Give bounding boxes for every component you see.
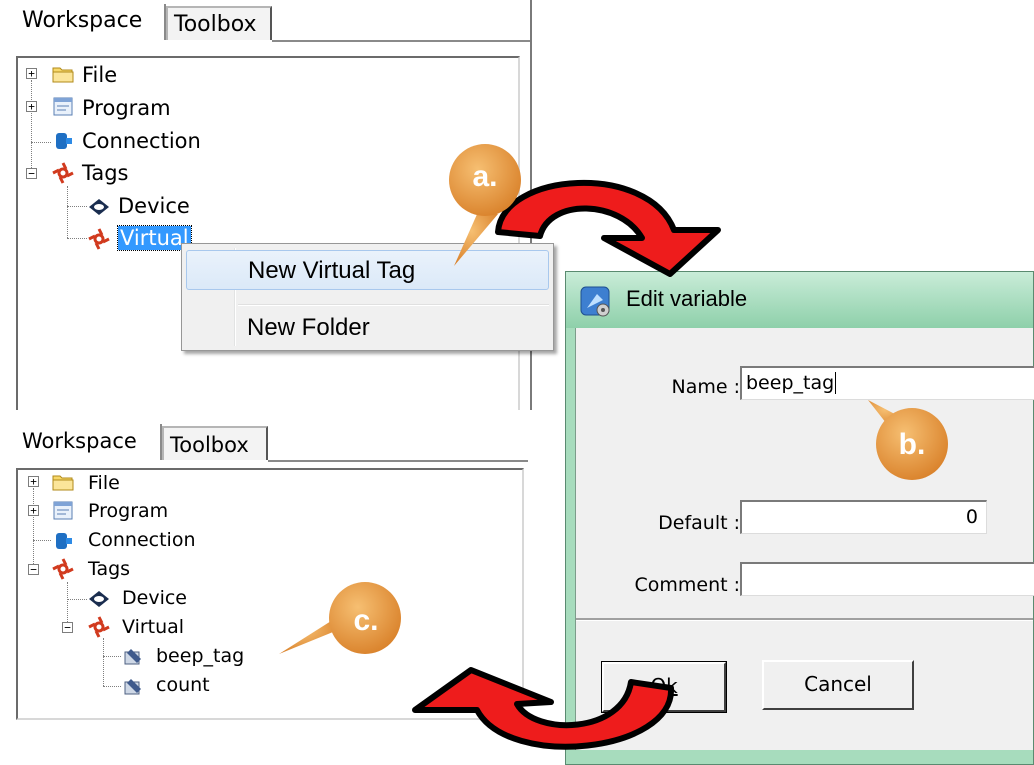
tree-line (33, 540, 51, 541)
callout-b-label: b. (898, 428, 926, 461)
dialog-title: Edit variable (626, 286, 748, 311)
tree-item-device[interactable]: Device (118, 191, 190, 223)
expand-program-toggle[interactable]: + (26, 101, 37, 112)
name-field[interactable]: beep_tag (740, 366, 1034, 400)
connection-icon (52, 530, 74, 552)
expand-program-toggle[interactable]: + (28, 505, 39, 516)
tree-item-connection[interactable]: Connection (88, 527, 196, 555)
tab-divider (272, 40, 530, 42)
dialog-separator (576, 618, 1033, 621)
tab-divider (268, 460, 528, 462)
collapse-tags-toggle[interactable]: − (26, 168, 37, 179)
cancel-button[interactable]: Cancel (762, 660, 914, 710)
expand-file-toggle[interactable]: + (26, 68, 37, 79)
program-icon (52, 500, 74, 522)
tree-item-device[interactable]: Device (122, 585, 187, 613)
tree-item-file[interactable]: File (88, 470, 120, 498)
selected-virtual-label[interactable]: Virtual (117, 225, 192, 251)
virtual-icon (88, 616, 110, 638)
callout-a-label: a. (472, 160, 498, 193)
tag-item-icon (122, 676, 144, 698)
default-label: Default : (658, 512, 740, 534)
tree-line (103, 656, 121, 657)
name-label: Name : (671, 376, 741, 398)
folder-icon (52, 64, 74, 86)
tree-item-tags[interactable]: Tags (88, 556, 130, 584)
tree-item-count[interactable]: count (156, 672, 210, 700)
name-value: beep_tag (746, 372, 835, 394)
tree-item-beep-tag[interactable]: beep_tag (156, 643, 244, 671)
tree-line (31, 80, 32, 174)
curved-arrow-bottom-icon (412, 667, 675, 750)
tree-line (67, 206, 87, 207)
tree-item-program[interactable]: Program (82, 93, 171, 125)
comment-field[interactable] (740, 562, 1034, 596)
menu-separator (238, 304, 549, 306)
device-icon (88, 196, 110, 218)
tree-item-virtual[interactable]: Virtual (117, 223, 192, 255)
collapse-virtual-toggle[interactable]: − (62, 622, 73, 633)
tab-toolbox[interactable]: Toolbox (162, 426, 268, 460)
tree-line (103, 686, 121, 687)
tags-icon (52, 162, 74, 184)
cancel-label: Cancel (804, 672, 872, 696)
connection-icon (52, 130, 74, 152)
tree-line (33, 488, 34, 570)
text-cursor (835, 372, 837, 394)
collapse-tags-toggle[interactable]: − (28, 564, 39, 575)
tree-line (67, 599, 87, 600)
tree-item-program[interactable]: Program (88, 498, 168, 526)
default-field[interactable]: 0 (740, 500, 987, 534)
virtual-icon (88, 228, 110, 250)
expand-file-toggle[interactable]: + (28, 476, 39, 487)
tree-item-tags[interactable]: Tags (82, 158, 129, 190)
tree-line (67, 186, 68, 238)
tags-icon (52, 558, 74, 580)
device-icon (88, 588, 110, 610)
callout-c-label: c. (353, 604, 379, 637)
dialog-app-icon (580, 286, 612, 318)
tab-workspace[interactable]: Workspace (16, 424, 162, 460)
tree-line (31, 142, 51, 143)
program-icon (52, 96, 74, 118)
tree-item-virtual[interactable]: Virtual (122, 614, 184, 642)
tree-line (103, 638, 104, 686)
menu-item-new-folder[interactable]: New Folder (186, 308, 549, 348)
tree-item-connection[interactable]: Connection (82, 126, 201, 158)
tree-item-file[interactable]: File (82, 60, 117, 92)
folder-icon (52, 472, 74, 494)
tab-workspace[interactable]: Workspace (16, 4, 166, 40)
tab-toolbox[interactable]: Toolbox (166, 6, 272, 40)
tree-line (67, 238, 87, 239)
comment-label: Comment : (634, 574, 740, 596)
tag-item-icon (122, 646, 144, 668)
